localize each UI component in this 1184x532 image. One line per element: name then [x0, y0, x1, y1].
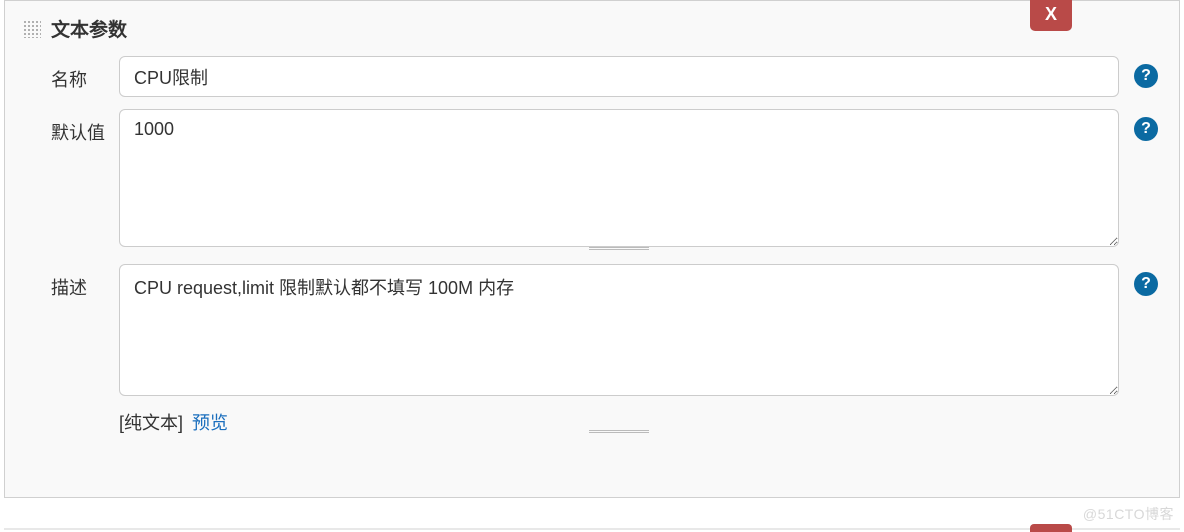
description-textarea[interactable]: CPU request,limit 限制默认都不填写 100M 内存	[119, 264, 1119, 396]
help-icon[interactable]: ?	[1134, 64, 1158, 88]
bottom-divider	[4, 528, 1180, 530]
name-input[interactable]	[119, 56, 1119, 97]
format-bracket-close: ]	[178, 413, 183, 433]
help-icon[interactable]: ?	[1134, 117, 1158, 141]
form-row-name: 名称 ?	[23, 56, 1161, 97]
name-label: 名称	[23, 56, 119, 92]
panel-header: 文本参数	[23, 15, 1161, 42]
bottom-red-chip	[1030, 524, 1072, 532]
text-parameter-panel: 文本参数 名称 ? 默认值 1000 ? 描述 CPU request,limi…	[4, 0, 1180, 498]
format-label: 纯文本	[124, 413, 178, 433]
preview-link[interactable]: 预览	[192, 413, 228, 433]
form-row-description: 描述 CPU request,limit 限制默认都不填写 100M 内存 [纯…	[23, 264, 1161, 435]
description-label: 描述	[23, 264, 119, 300]
default-value-textarea[interactable]: 1000	[119, 109, 1119, 247]
drag-handle-icon[interactable]	[23, 20, 41, 38]
form-row-default: 默认值 1000 ?	[23, 109, 1161, 252]
help-icon[interactable]: ?	[1134, 272, 1158, 296]
description-format-footer: [纯文本] 预览	[119, 409, 1119, 435]
watermark-text: @51CTO博客	[1083, 504, 1174, 524]
default-value-label: 默认值	[23, 109, 119, 145]
close-button[interactable]: X	[1030, 0, 1072, 31]
panel-title: 文本参数	[51, 15, 127, 42]
